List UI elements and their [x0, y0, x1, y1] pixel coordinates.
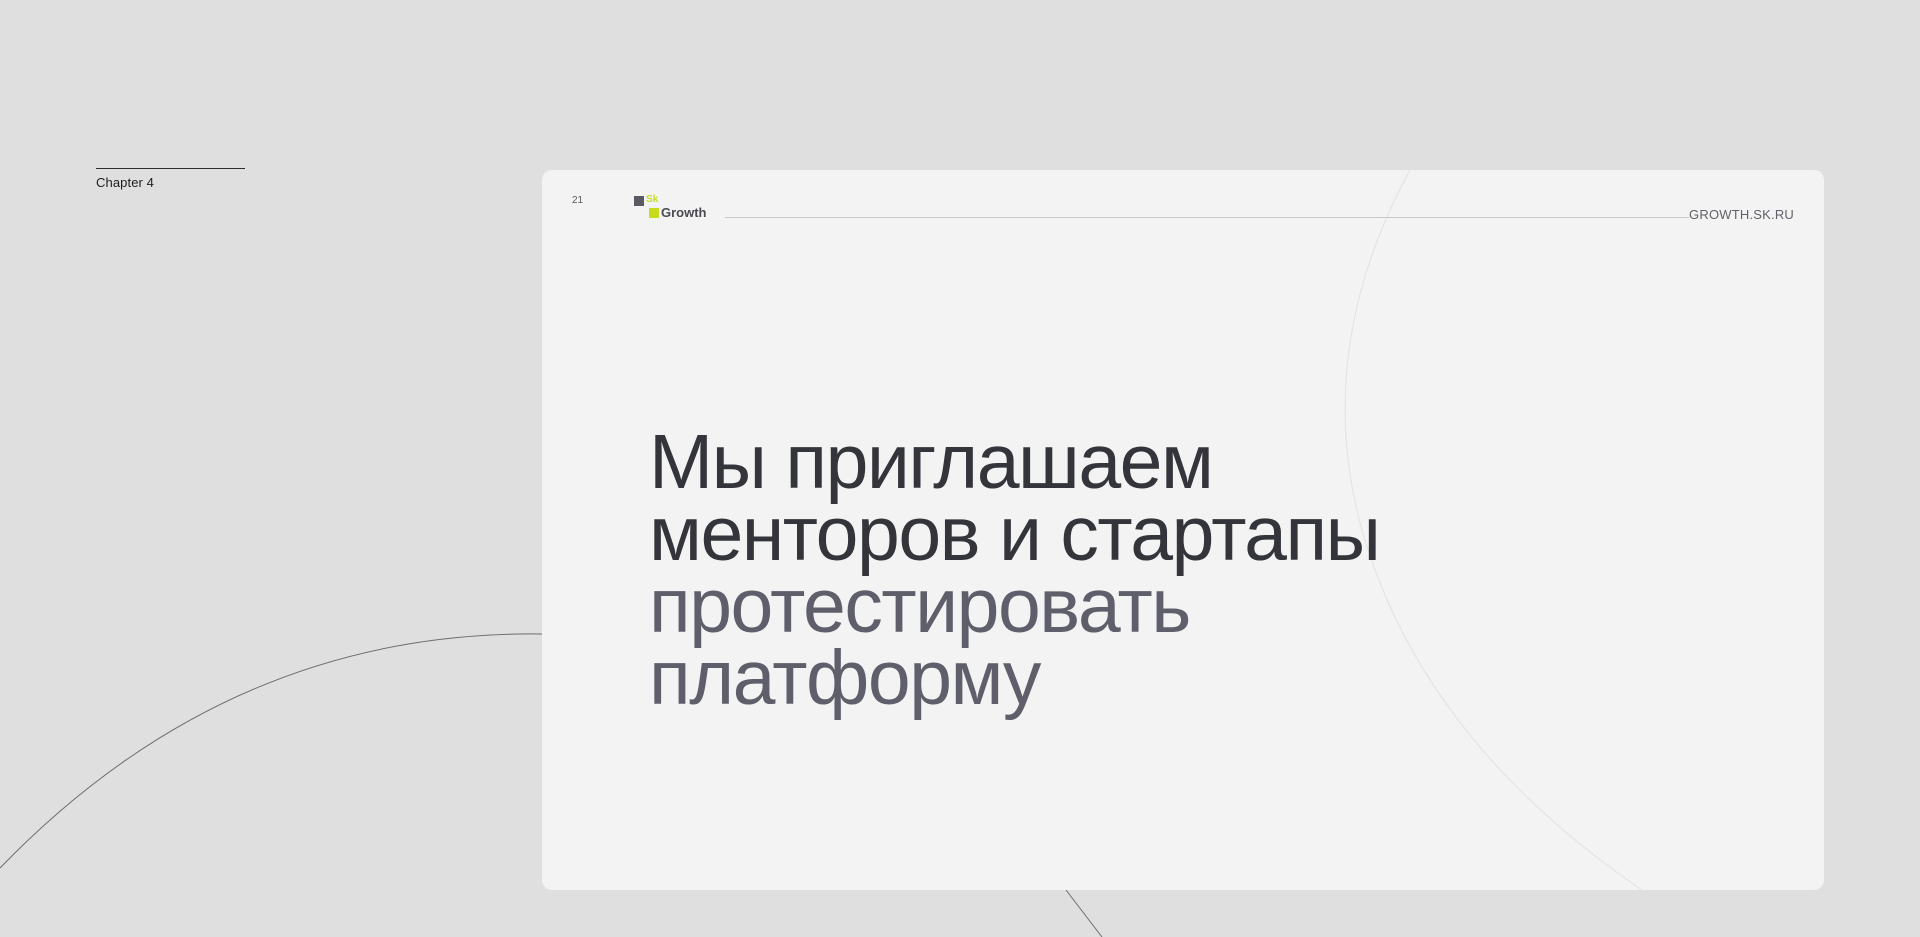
site-url: GROWTH.SK.RU	[1689, 207, 1794, 222]
logo-dark-square	[634, 196, 644, 206]
slide-card: 21 Sk Growth GROWTH.SK.RU Мы приглашаем …	[542, 170, 1824, 890]
sk-growth-logo: Sk Growth	[634, 194, 714, 220]
chapter-label: Chapter 4	[96, 175, 154, 190]
headline-line-2: менторов и стартапы	[649, 491, 1381, 577]
headline: Мы приглашаем менторов и стартапы протес…	[649, 419, 1549, 721]
headline-line-4: платформу	[649, 635, 1041, 721]
page-number: 21	[572, 195, 584, 206]
header-divider	[725, 217, 1689, 218]
headline-line-3: протестировать	[649, 563, 1191, 649]
logo-wordmark: Growth	[661, 205, 707, 220]
presentation-stage: Chapter 4 21 Sk Growth GROWTH.SK.RU Мы п…	[0, 0, 1920, 937]
headline-line-1: Мы приглашаем	[649, 419, 1214, 505]
chapter-divider	[96, 168, 245, 169]
logo-sk-text: Sk	[646, 194, 659, 205]
logo-lime-square	[649, 208, 659, 218]
